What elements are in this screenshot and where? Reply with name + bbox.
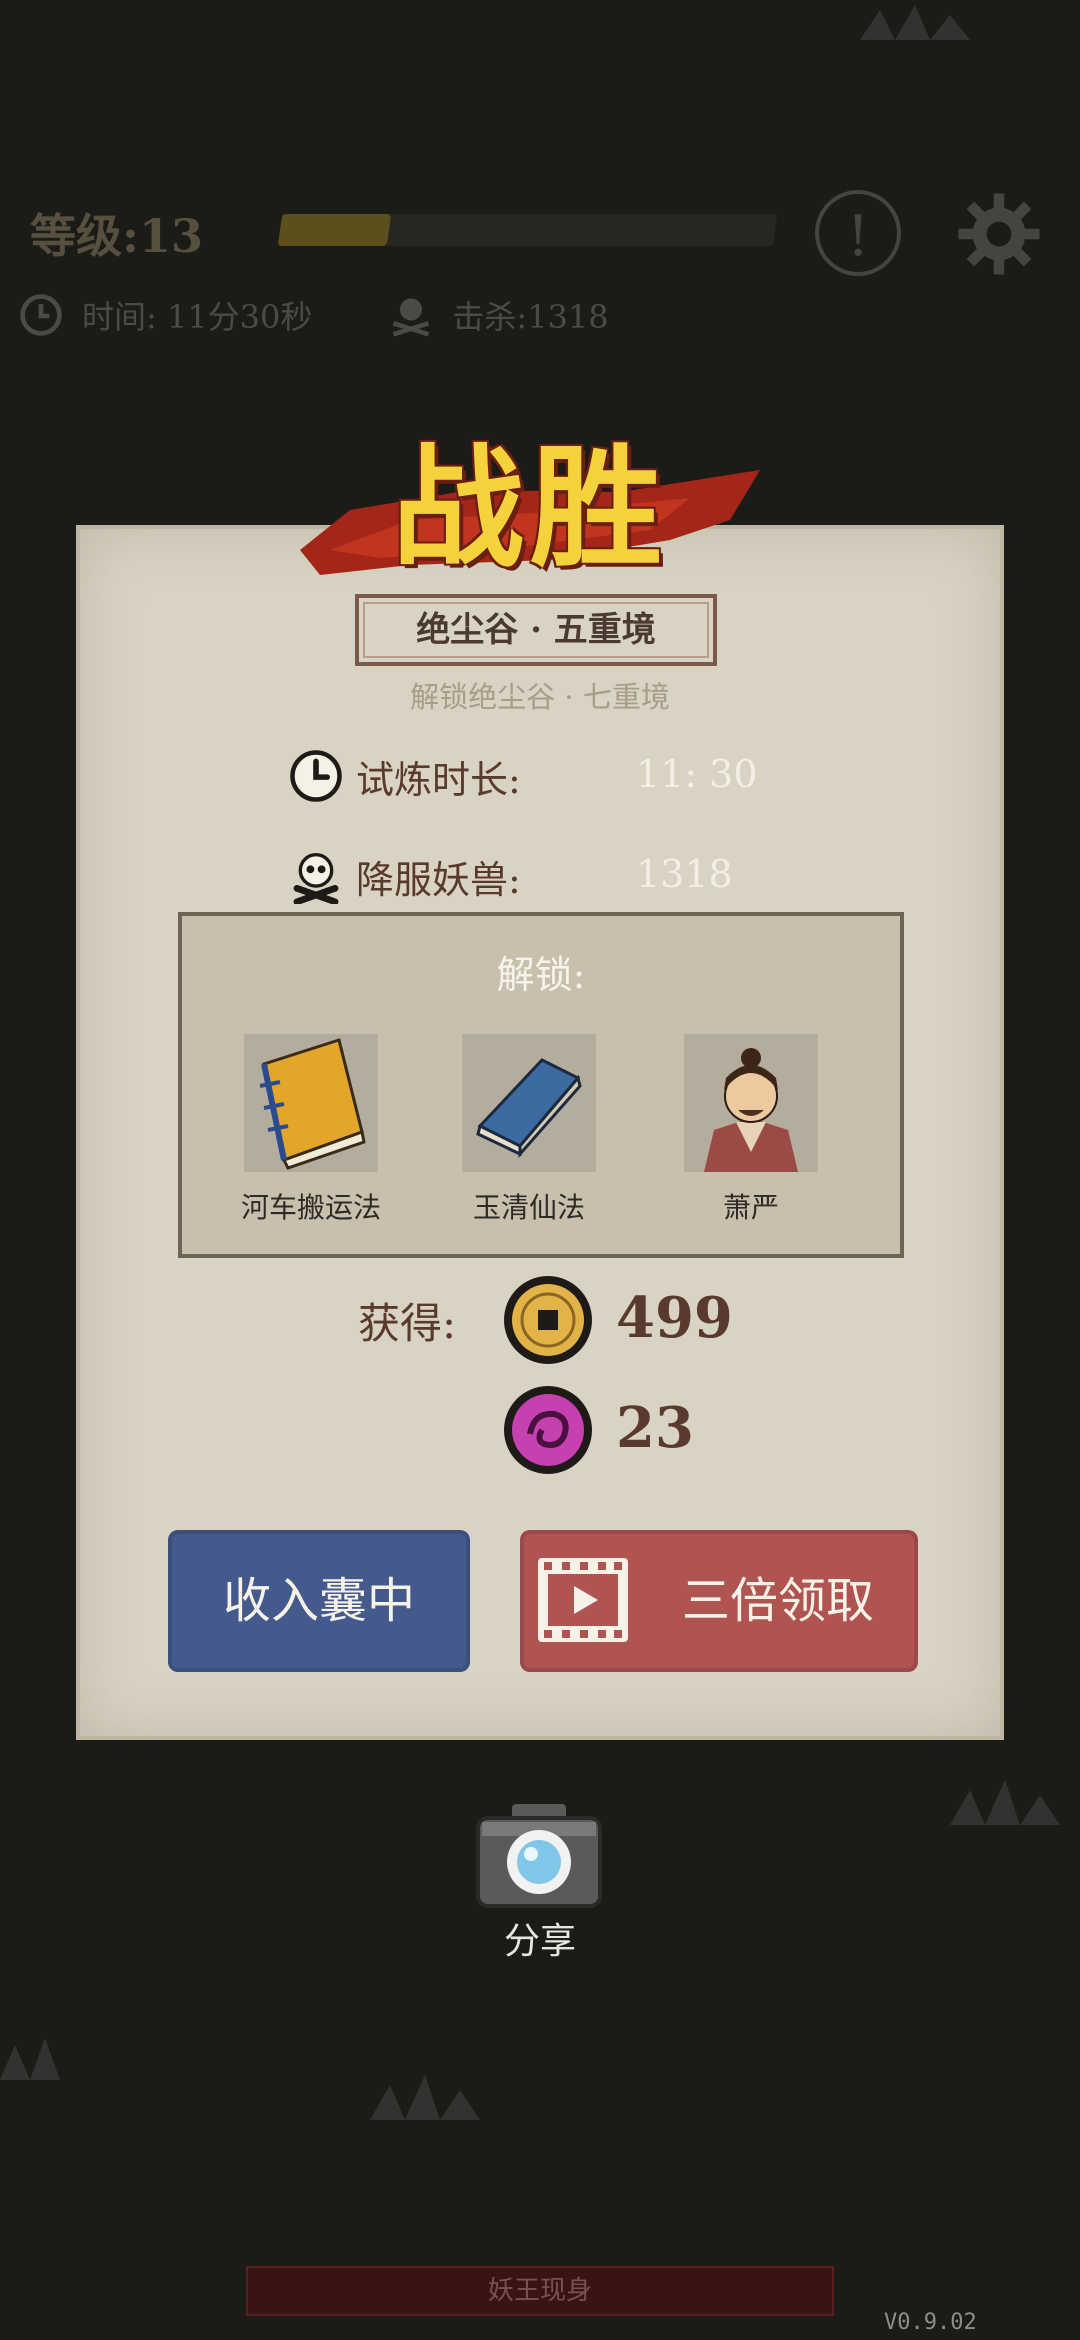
unlock-item[interactable]: 河车搬运法	[216, 1034, 406, 1226]
level-label: 等级:13	[30, 209, 203, 263]
skull-icon	[393, 298, 430, 337]
unlock-item-label: 萧严	[722, 1191, 779, 1224]
victory-title: 战胜	[392, 431, 668, 586]
background-hud: 等级:13 ! 时间: 11分30秒 击杀:1318	[0, 0, 1080, 360]
skull-icon	[293, 853, 339, 904]
grass-decoration	[0, 2038, 60, 2080]
blue-book-icon	[476, 1058, 582, 1158]
unlock-item-thumb	[244, 1034, 378, 1172]
stage-name-box: 绝尘谷 · 五重境	[355, 594, 717, 666]
duration-value: 11: 30	[636, 752, 758, 796]
triple-reward-label: 三倍领取	[681, 1573, 874, 1629]
triple-reward-button[interactable]: 三倍领取	[520, 1530, 918, 1672]
version-label: V0.9.02	[884, 2310, 977, 2335]
kills-label: 降服妖兽:	[356, 857, 521, 902]
xp-bar-fill	[277, 214, 392, 246]
duration-stat: 试炼时长:	[288, 748, 521, 804]
clock-icon	[290, 750, 342, 802]
share-label[interactable]: 分享	[0, 1912, 1080, 1964]
kills-stat: 降服妖兽:	[288, 848, 521, 904]
xp-bar	[277, 214, 778, 246]
grass-decoration	[370, 2075, 480, 2120]
coin-amount: 499	[616, 1285, 733, 1351]
grass-decoration	[950, 1780, 1060, 1825]
unlock-item-thumb	[462, 1034, 596, 1172]
duration-label: 试炼时长:	[356, 757, 521, 802]
rewards-label: 获得:	[358, 1299, 457, 1348]
camera-icon[interactable]	[474, 1800, 604, 1910]
kills-value: 1318	[636, 852, 733, 896]
boss-progress-bar: 妖王现身	[246, 2266, 834, 2316]
hud-time: 时间: 11分30秒	[82, 298, 313, 336]
unlock-next-stage: 解锁绝尘谷 · 七重境	[410, 680, 670, 714]
spirit-amount: 23	[616, 1395, 694, 1461]
unlock-item[interactable]: 玉清仙法	[434, 1034, 624, 1226]
unlock-item-label: 玉清仙法	[472, 1191, 585, 1224]
spirit-orb-icon	[504, 1386, 592, 1474]
copper-coin-icon	[504, 1276, 592, 1364]
video-ad-icon	[538, 1558, 628, 1642]
unlock-item-label: 河车搬运法	[240, 1191, 381, 1224]
yellow-book-icon	[259, 1038, 366, 1170]
hud-kills: 击杀:1318	[452, 298, 609, 336]
collect-button[interactable]: 收入囊中	[168, 1530, 470, 1672]
unlock-box: 解锁: 河车搬运法 玉清仙法 萧严	[178, 912, 904, 1258]
grass-decoration	[860, 5, 970, 40]
clock-icon	[20, 294, 62, 336]
character-portrait	[704, 1048, 798, 1172]
unlock-item-thumb	[684, 1034, 818, 1172]
gear-icon[interactable]	[955, 190, 1043, 278]
info-button[interactable]: !	[815, 190, 901, 276]
hud-stats-row: 时间: 11分30秒 击杀:1318	[18, 292, 609, 338]
unlock-item[interactable]: 萧严	[656, 1034, 846, 1226]
unlock-title: 解锁:	[496, 953, 586, 997]
